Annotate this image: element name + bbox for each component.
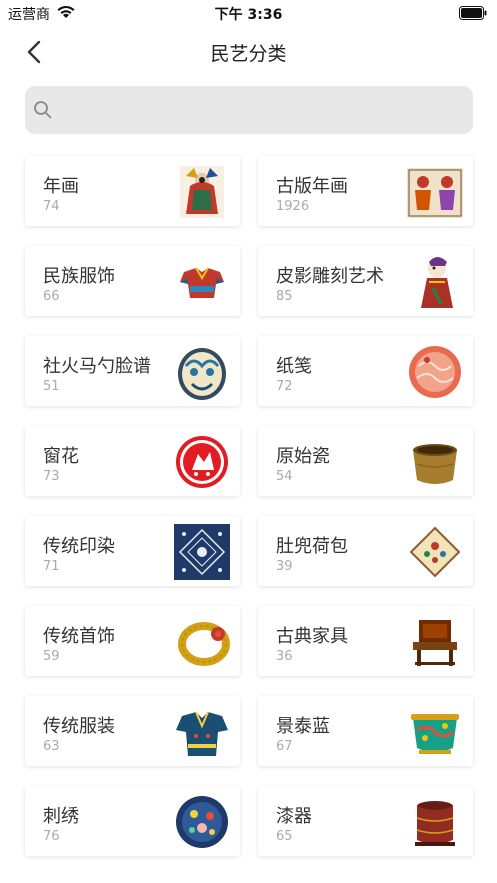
category-card[interactable]: 纸笺 72: [258, 336, 473, 406]
embroidery-thumbnail: [176, 796, 228, 848]
category-name: 年画: [43, 176, 79, 197]
cloisonne-thumbnail: [411, 714, 459, 754]
lacquerware-thumbnail: [415, 801, 455, 846]
category-count: 74: [43, 199, 60, 214]
category-name: 原始瓷: [276, 446, 330, 467]
category-count: 1926: [276, 199, 310, 214]
category-name: 古版年画: [276, 176, 348, 197]
shadow-puppet-thumbnail: [421, 257, 453, 308]
category-count: 85: [276, 289, 293, 304]
paper-letter-thumbnail: [409, 346, 461, 398]
category-name: 肚兜荷包: [276, 536, 348, 557]
category-count: 65: [276, 829, 293, 844]
category-card[interactable]: 传统首饰 59: [25, 606, 240, 676]
category-name: 刺绣: [43, 806, 79, 827]
bracelet-thumbnail: [178, 622, 230, 666]
search-icon: [34, 101, 52, 119]
category-card[interactable]: 传统印染 71: [25, 516, 240, 586]
primitive-porcelain-thumbnail: [413, 444, 457, 484]
category-card[interactable]: 古典家具 36: [258, 606, 473, 676]
category-count: 39: [276, 559, 293, 574]
category-name: 传统服装: [43, 716, 115, 737]
category-card[interactable]: 皮影雕刻艺术 85: [258, 246, 473, 316]
category-count: 54: [276, 469, 293, 484]
robe-thumbnail: [176, 711, 228, 756]
category-name: 景泰蓝: [276, 716, 330, 737]
ancient-woodblock-print-thumbnail: [407, 168, 463, 218]
category-count: 66: [43, 289, 60, 304]
category-name: 民族服饰: [43, 266, 115, 287]
search-bar[interactable]: [25, 86, 473, 134]
search-input[interactable]: [53, 86, 473, 134]
category-name: 古典家具: [276, 626, 348, 647]
category-count: 72: [276, 379, 293, 394]
category-card[interactable]: 漆器 65: [258, 786, 473, 856]
category-name: 传统首饰: [43, 626, 115, 647]
category-count: 67: [276, 739, 293, 754]
page-title: 民艺分类: [210, 43, 287, 65]
category-name: 窗花: [43, 446, 79, 467]
paper-cut-thumbnail: [176, 436, 228, 488]
category-count: 36: [276, 649, 293, 664]
nav-bar: 民艺分类: [0, 26, 497, 78]
status-bar: 运营商 下午 3:36: [0, 0, 497, 26]
category-count: 71: [43, 559, 60, 574]
content-area: 年画 74 古版年画 1926 民族服饰 66 皮影雕刻艺术 85 社火马勺脸谱 51 纸笺 72 窗花…: [0, 78, 497, 883]
new-year-painting-thumbnail: [180, 166, 224, 218]
category-card[interactable]: 原始瓷 54: [258, 426, 473, 496]
category-count: 73: [43, 469, 60, 484]
category-name: 纸笺: [276, 356, 312, 377]
category-card[interactable]: 肚兜荷包 39: [258, 516, 473, 586]
category-card[interactable]: 刺绣 76: [25, 786, 240, 856]
category-card[interactable]: 民族服饰 66: [25, 246, 240, 316]
category-card[interactable]: 景泰蓝 67: [258, 696, 473, 766]
category-card[interactable]: 社火马勺脸谱 51: [25, 336, 240, 406]
battery-icon: [459, 6, 487, 20]
category-name: 皮影雕刻艺术: [276, 266, 384, 287]
category-count: 76: [43, 829, 60, 844]
status-time: 下午 3:36: [214, 7, 283, 23]
category-card[interactable]: 年画 74: [25, 156, 240, 226]
category-count: 51: [43, 379, 60, 394]
category-grid: 年画 74 古版年画 1926 民族服饰 66 皮影雕刻艺术 85 社火马勺脸谱 51 纸笺 72 窗花…: [25, 156, 473, 856]
chair-thumbnail: [413, 620, 457, 666]
category-count: 63: [43, 739, 60, 754]
ladle-mask-thumbnail: [178, 348, 226, 400]
category-name: 漆器: [276, 806, 312, 827]
category-card[interactable]: 窗花 73: [25, 426, 240, 496]
indigo-print-thumbnail: [174, 524, 230, 580]
category-count: 59: [43, 649, 60, 664]
pouch-thumbnail: [409, 526, 461, 578]
category-card[interactable]: 古版年画 1926: [258, 156, 473, 226]
category-name: 社火马勺脸谱: [43, 356, 151, 377]
category-card[interactable]: 传统服装 63: [25, 696, 240, 766]
ethnic-costume-thumbnail: [180, 267, 224, 298]
category-name: 传统印染: [43, 536, 115, 557]
